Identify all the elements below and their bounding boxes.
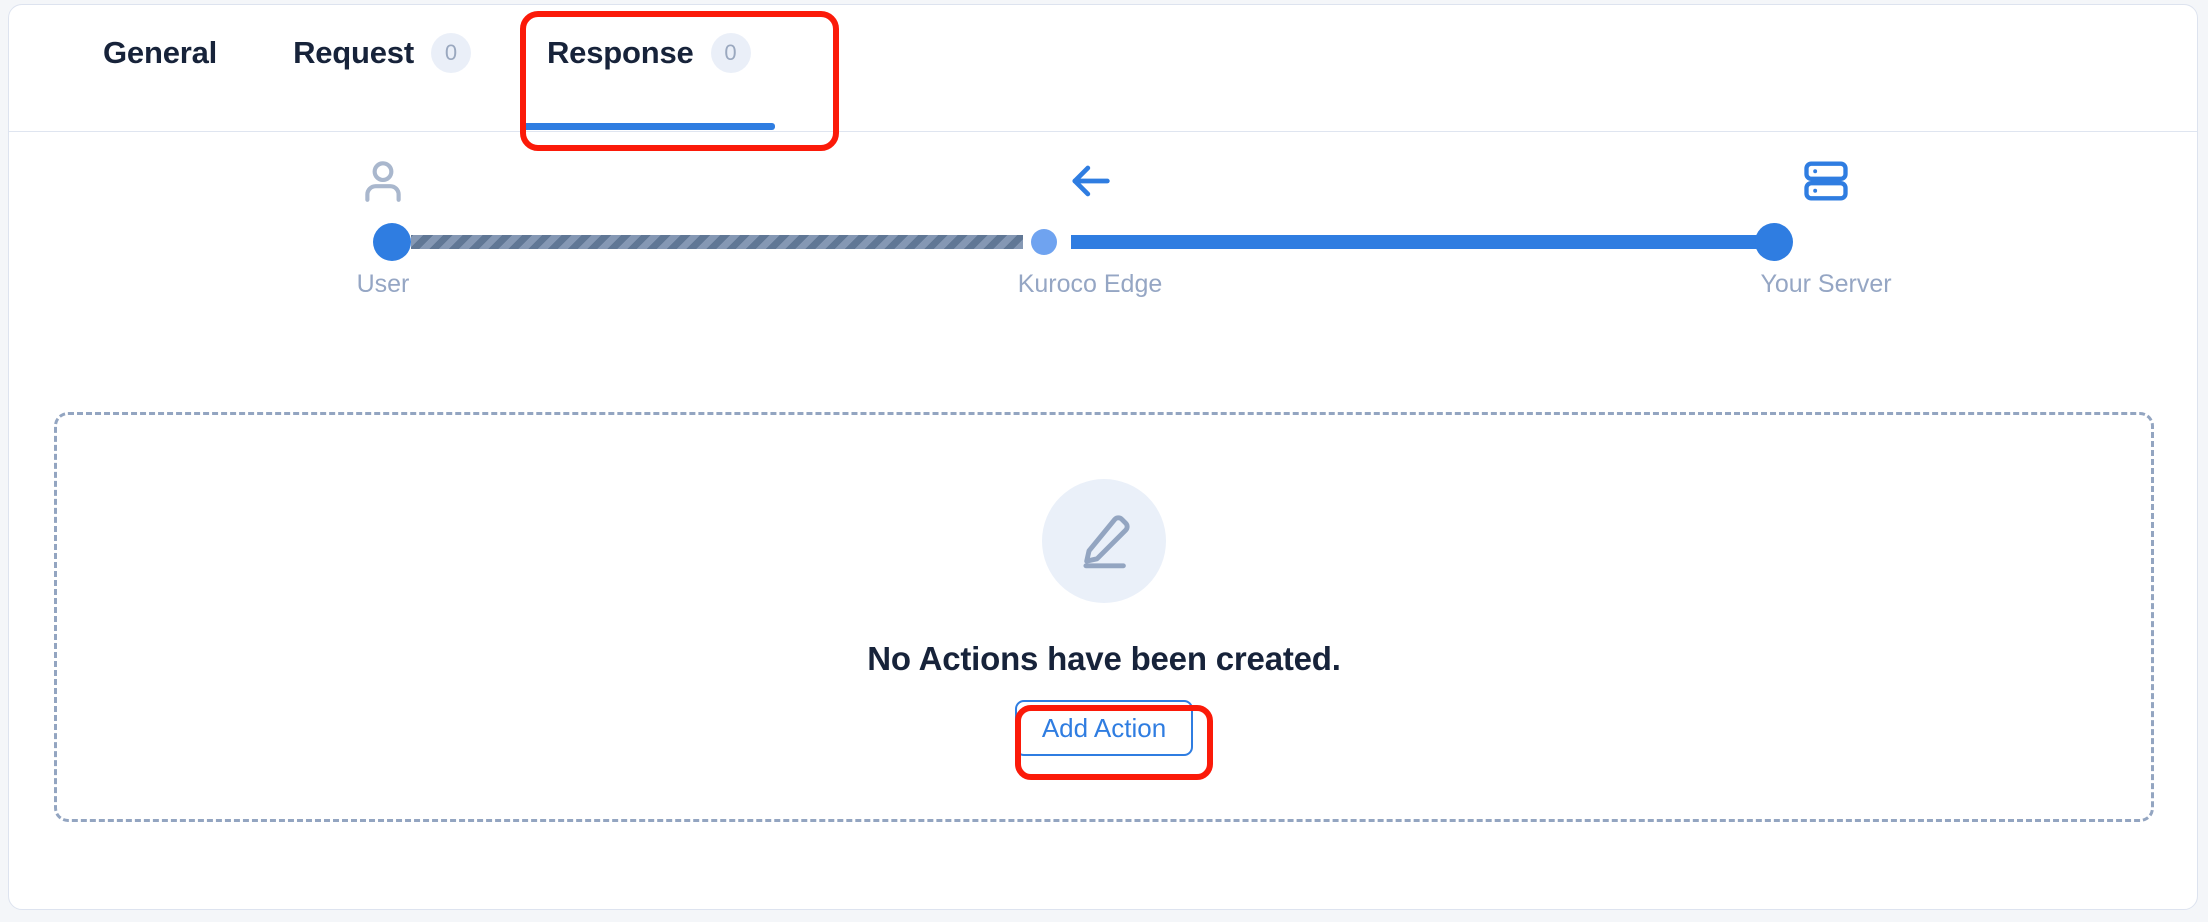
flow-label-your-server: Your Server xyxy=(1760,270,1892,298)
server-icon xyxy=(1781,146,1871,216)
flow-label-kuroco-edge: Kuroco Edge xyxy=(1017,270,1163,298)
tab-request-label: Request xyxy=(293,35,414,70)
tab-bar: General Request 0 Response 0 xyxy=(9,5,2197,132)
flow-node-dot-your-server xyxy=(1755,223,1793,261)
tab-request[interactable]: Request 0 xyxy=(255,5,509,132)
flow-label-user: User xyxy=(356,270,410,298)
flow-track xyxy=(373,223,1826,261)
user-icon xyxy=(338,146,428,216)
flow-segment-user-to-edge xyxy=(411,235,1023,249)
request-flow-diagram: User Kuroco Edge Your Server xyxy=(9,132,2197,382)
tab-response[interactable]: Response 0 xyxy=(509,5,789,132)
add-action-button[interactable]: Add Action xyxy=(1014,699,1194,756)
arrow-left-icon xyxy=(1045,146,1135,216)
tab-active-underline xyxy=(522,123,775,130)
flow-node-dot-user xyxy=(373,223,411,261)
flow-segment-edge-to-server xyxy=(1071,235,1763,249)
flow-inner: User Kuroco Edge Your Server xyxy=(357,132,1892,382)
tab-list: General Request 0 Response 0 xyxy=(65,5,789,132)
panel-card: General Request 0 Response 0 User Kuroco… xyxy=(8,4,2198,910)
tab-general-label: General xyxy=(103,35,218,70)
empty-state-content: No Actions have been created. Add Action xyxy=(57,415,2151,819)
pencil-edit-icon xyxy=(1042,478,1166,603)
actions-empty-state-container: No Actions have been created. Add Action xyxy=(54,412,2154,822)
tab-request-badge: 0 xyxy=(430,32,471,73)
flow-node-dot-kuroco-edge xyxy=(1031,229,1057,255)
tab-response-label: Response xyxy=(546,35,694,70)
tab-response-badge: 0 xyxy=(710,32,751,73)
empty-state-title: No Actions have been created. xyxy=(867,639,1341,677)
tab-general[interactable]: General xyxy=(65,5,255,132)
